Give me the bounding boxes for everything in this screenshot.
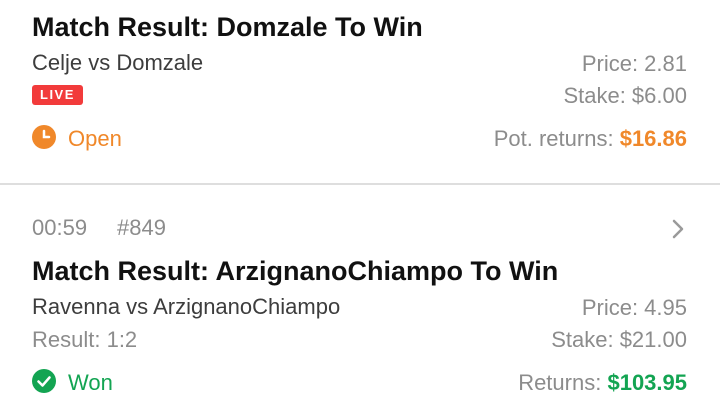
bet-title: Match Result: ArzignanoChiampo To Win [32, 256, 559, 286]
price-text: Price: 4.95 [581, 295, 687, 320]
clock-icon [32, 125, 56, 154]
returns: Returns: $103.95 [518, 370, 687, 396]
result-text: Result: 1:2 [32, 327, 138, 352]
price-text: Price: 2.81 [581, 51, 687, 76]
chevron-right-icon[interactable] [670, 217, 688, 246]
stake-text: Stake: $21.00 [551, 327, 687, 352]
divider [0, 183, 720, 185]
match-name: Celje vs Domzale [32, 50, 204, 75]
check-circle-icon [32, 369, 56, 398]
bet-time: 00:59 [32, 215, 88, 240]
stake-text: Stake: $6.00 [563, 83, 687, 108]
live-badge: LIVE [32, 85, 83, 105]
bet-title: Match Result: Domzale To Win [32, 12, 423, 42]
returns-value: $103.95 [607, 370, 687, 395]
returns-value: $16.86 [619, 126, 687, 151]
match-name: Ravenna vs ArzignanoChiampo [32, 294, 341, 319]
status-label: Open [68, 126, 122, 151]
potential-returns: Pot. returns: $16.86 [494, 126, 687, 152]
status-label: Won [68, 370, 113, 395]
returns-label: Returns: [518, 370, 602, 395]
returns-label: Pot. returns: [493, 126, 614, 151]
bet-reference: #849 [117, 215, 166, 240]
